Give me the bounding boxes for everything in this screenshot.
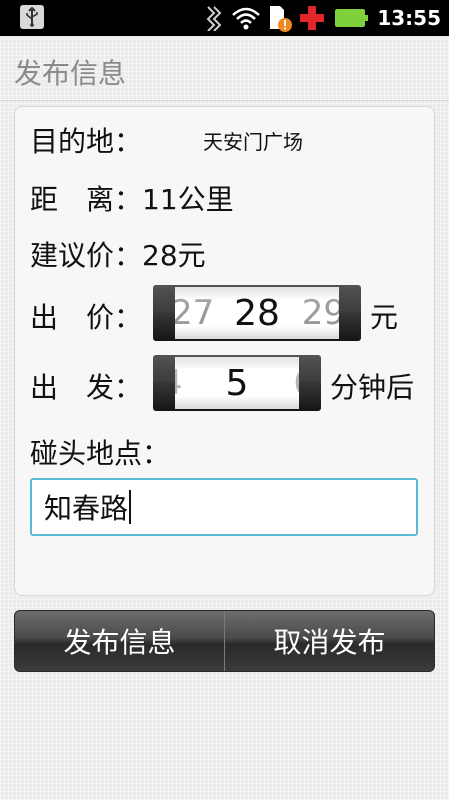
depart-picker-next[interactable]: 6 — [293, 363, 299, 403]
meet-point-label: 碰头地点： — [30, 437, 171, 470]
depart-picker-prev[interactable]: 4 — [175, 363, 183, 403]
suggested-price-row: 建议价：28元 — [30, 234, 206, 274]
meet-point-input[interactable]: 知春路 — [30, 478, 418, 536]
text-cursor — [129, 490, 132, 524]
sim-alert-icon — [267, 3, 293, 33]
offer-picker-current[interactable]: 28 — [234, 293, 280, 334]
offer-picker-prev[interactable]: 27 — [175, 293, 214, 333]
offer-price-picker[interactable]: 27 28 29 — [153, 285, 361, 341]
depart-label: 出 发： — [30, 371, 143, 404]
action-button-bar: 发布信息 取消发布 — [14, 610, 435, 672]
title-divider — [0, 100, 449, 101]
offer-picker-next[interactable]: 29 — [302, 293, 339, 333]
depart-picker-current[interactable]: 5 — [226, 363, 249, 404]
offer-label: 出 价： — [30, 301, 143, 334]
depart-picker-window[interactable]: 4 5 6 — [175, 357, 299, 409]
distance-label: 距 离： — [30, 183, 143, 216]
red-cross-icon — [299, 5, 325, 31]
destination-value: 天安门广场 — [203, 130, 303, 154]
suggested-price-value: 28元 — [142, 239, 206, 272]
wifi-icon — [231, 6, 261, 30]
battery-icon — [335, 9, 369, 27]
status-clock: 13:55 — [377, 6, 441, 30]
usb-icon — [20, 5, 44, 29]
offer-picker-window[interactable]: 27 28 29 — [175, 287, 339, 339]
depart-unit: 分钟后 — [330, 371, 415, 404]
cancel-publish-button[interactable]: 取消发布 — [224, 611, 434, 671]
page-title: 发布信息 — [14, 57, 127, 90]
suggested-price-label: 建议价： — [30, 239, 143, 272]
depart-time-picker[interactable]: 4 5 6 — [153, 355, 321, 411]
distance-value: 11公里 — [142, 183, 234, 216]
distance-row: 距 离：11公里 — [30, 178, 234, 218]
status-bar: 13:55 — [0, 0, 449, 36]
offer-unit: 元 — [370, 301, 399, 334]
destination-label: 目的地： — [30, 125, 143, 158]
publish-button[interactable]: 发布信息 — [15, 611, 224, 671]
meet-point-value[interactable]: 知春路 — [44, 487, 128, 527]
data-sync-icon — [203, 5, 225, 31]
